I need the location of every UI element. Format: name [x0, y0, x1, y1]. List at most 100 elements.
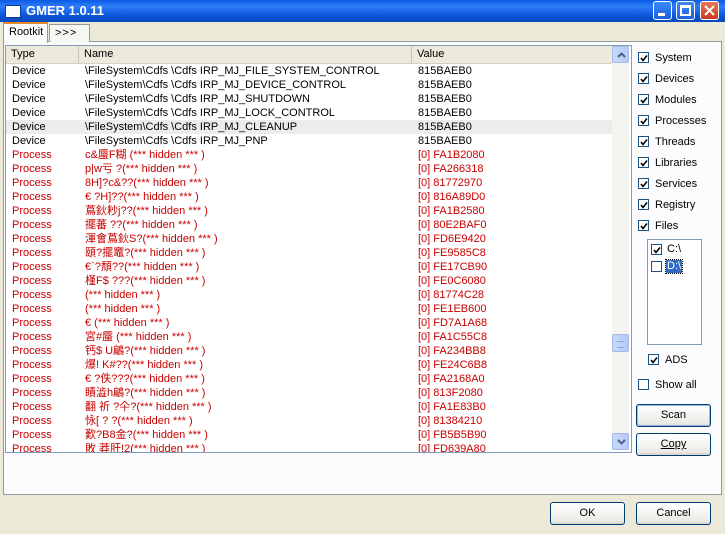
table-row[interactable]: Process 歎?B8金?(*** hidden *** ) [0] FB5B5B… [6, 428, 612, 442]
cell-type: Device [12, 135, 46, 147]
cell-value: [0] FE24C6B8 [418, 359, 488, 371]
cell-name: (*** hidden *** ) [85, 303, 161, 315]
cell-name: € (*** hidden *** ) [85, 317, 170, 329]
table-row[interactable]: Device \FileSystem\Cdfs \Cdfs IRP_MJ_LOCK… [6, 106, 612, 120]
table-row[interactable]: Process (*** hidden *** ) [0] FE1EB600 [6, 302, 612, 316]
drive-c-label: C:\ [667, 243, 682, 255]
cell-value: 815BAEB0 [418, 107, 472, 119]
option-checkbox[interactable] [638, 220, 649, 231]
cell-type: Process [12, 191, 52, 203]
app-icon [5, 5, 21, 18]
cell-name: 歎?B8金?(*** hidden *** ) [85, 429, 208, 441]
checkmark-icon [640, 118, 648, 125]
drive-d-label: D:\ [664, 259, 684, 274]
cell-name: c&蜃F糊 (*** hidden *** ) [85, 149, 205, 161]
table-row[interactable]: Process € ?H]??(*** hidden *** ) [0] 816A8… [6, 190, 612, 204]
ok-button[interactable]: OK [550, 502, 625, 525]
cancel-button[interactable]: Cancel [636, 502, 711, 525]
cell-value: [0] 81774C28 [418, 289, 485, 301]
drive-list[interactable]: C:\ D:\ [647, 239, 702, 345]
table-row[interactable]: Process c&蜃F糊 (*** hidden *** ) [0] FA1B20… [6, 148, 612, 162]
table-row[interactable]: Process 钙$ U鶣?(*** hidden *** ) [0] FA234B… [6, 344, 612, 358]
column-header-value[interactable]: Value [412, 46, 612, 63]
table-row[interactable]: Process 蔦鈥粆j??(*** hidden *** ) [0] FA1B25… [6, 204, 612, 218]
table-row[interactable]: Process € ?佚???(*** hidden *** ) [0] FA216… [6, 372, 612, 386]
vertical-scrollbar[interactable] [612, 46, 629, 450]
cell-value: 815BAEB0 [418, 135, 472, 147]
table-row[interactable]: Process 宮#蜃 (*** hidden *** ) [0] FA1C55C8 [6, 330, 612, 344]
copy-label: Copy [660, 438, 687, 450]
maximize-button[interactable] [676, 1, 695, 20]
cell-value: [0] FA1B2080 [418, 149, 485, 161]
cell-value: [0] 816A89D0 [418, 191, 486, 203]
cell-name: 渾會蔦鈥S?(*** hidden *** ) [85, 233, 218, 245]
cell-type: Device [12, 65, 46, 77]
scroll-down-button[interactable] [612, 433, 629, 450]
table-row[interactable]: Device \FileSystem\Cdfs \Cdfs IRP_MJ_SHUT… [6, 92, 612, 106]
scroll-up-button[interactable] [612, 46, 629, 63]
cell-type: Process [12, 247, 52, 259]
drive-c-checkbox[interactable] [651, 244, 662, 255]
option-checkbox[interactable] [638, 157, 649, 168]
table-row[interactable]: Device \FileSystem\Cdfs \Cdfs IRP_MJ_CLEA… [6, 120, 612, 134]
table-row[interactable]: Process (*** hidden *** ) [0] 81774C28 [6, 288, 612, 302]
scan-button[interactable]: Scan [636, 404, 711, 427]
table-row[interactable]: Process 翻 祈 ?仐?(*** hidden *** ) [0] FA1E8… [6, 400, 612, 414]
table-row[interactable]: Process 怺[ ? ?(*** hidden *** ) [0] 813842… [6, 414, 612, 428]
table-row[interactable]: Process 敗 莽肝!2(*** hidden *** ) [0] FD639A… [6, 442, 612, 452]
cell-name: 翻 祈 ?仐?(*** hidden *** ) [85, 401, 212, 413]
table-row[interactable]: Device \FileSystem\Cdfs \Cdfs IRP_MJ_FILE… [6, 64, 612, 78]
cell-type: Device [12, 79, 46, 91]
minimize-button[interactable] [653, 1, 672, 20]
tab-more[interactable]: >>> [49, 24, 90, 42]
checkmark-icon [640, 97, 648, 104]
cell-value: [0] FA234BB8 [418, 345, 486, 357]
table-row[interactable]: Process p|w亏 ?(*** hidden *** ) [0] FA2663… [6, 162, 612, 176]
column-header-type[interactable]: Type [6, 46, 79, 63]
show-all-checkbox[interactable] [638, 379, 649, 390]
title-bar: GMER 1.0.11 [0, 0, 725, 22]
cell-type: Process [12, 387, 52, 399]
cell-type: Process [12, 233, 52, 245]
option-checkbox[interactable] [638, 115, 649, 126]
option-checkbox[interactable] [638, 73, 649, 84]
close-icon [704, 5, 715, 16]
cell-value: [0] FD6E9420 [418, 233, 486, 245]
option-checkbox[interactable] [638, 52, 649, 63]
table-row[interactable]: Process 渾會蔦鈥S?(*** hidden *** ) [0] FD6E94… [6, 232, 612, 246]
table-row[interactable]: Process 槿F$ ???(*** hidden *** ) [0] FE0C6… [6, 274, 612, 288]
option-checkbox[interactable] [638, 136, 649, 147]
show-all-label: Show all [655, 379, 697, 391]
cell-value: [0] FA1B2580 [418, 205, 485, 217]
option-label: Files [655, 220, 679, 232]
tab-rootkit[interactable]: Rootkit [3, 22, 48, 43]
cell-name: 擺蕃 ??(*** hidden *** ) [85, 219, 198, 231]
chevron-down-icon [617, 439, 626, 445]
table-row[interactable]: Process 頤?擺竈?(*** hidden *** ) [0] FE9585C… [6, 246, 612, 260]
table-row[interactable]: Process 擺蕃 ??(*** hidden *** ) [0] 80E2BAF… [6, 218, 612, 232]
results-list[interactable]: Type Name Value Device \FileSystem\Cdfs \… [5, 45, 632, 453]
cell-name: € ?H]??(*** hidden *** ) [85, 191, 199, 203]
table-row[interactable]: Process € (*** hidden *** ) [0] FD7A1A68 [6, 316, 612, 330]
scroll-thumb[interactable] [612, 334, 629, 352]
cell-value: 815BAEB0 [418, 79, 472, 91]
table-row[interactable]: Process 8H]?c&??(*** hidden *** ) [0] 8177… [6, 176, 612, 190]
copy-button[interactable]: Copy [636, 433, 711, 456]
option-label: Devices [655, 73, 695, 85]
drive-d-checkbox[interactable] [651, 261, 662, 272]
option-checkbox[interactable] [638, 199, 649, 210]
table-row[interactable]: Process 瞔澁h鶣?(*** hidden *** ) [0] 813F208… [6, 386, 612, 400]
cell-value: [0] 813F2080 [418, 387, 483, 399]
cell-value: [0] FD639A80 [418, 443, 486, 452]
table-row[interactable]: Process €`?頽??(*** hidden *** ) [0] FE17CB… [6, 260, 612, 274]
checkmark-icon [640, 139, 648, 146]
option-checkbox[interactable] [638, 178, 649, 189]
table-row[interactable]: Process 爆! K#??(*** hidden *** ) [0] FE24C… [6, 358, 612, 372]
close-button[interactable] [700, 1, 719, 20]
table-row[interactable]: Device \FileSystem\Cdfs \Cdfs IRP_MJ_PNP 8… [6, 134, 612, 148]
column-header-name[interactable]: Name [79, 46, 412, 63]
cell-name: \FileSystem\Cdfs \Cdfs IRP_MJ_FILE_SYSTE… [85, 65, 380, 77]
ads-checkbox[interactable] [648, 354, 659, 365]
table-row[interactable]: Device \FileSystem\Cdfs \Cdfs IRP_MJ_DEVI… [6, 78, 612, 92]
option-checkbox[interactable] [638, 94, 649, 105]
